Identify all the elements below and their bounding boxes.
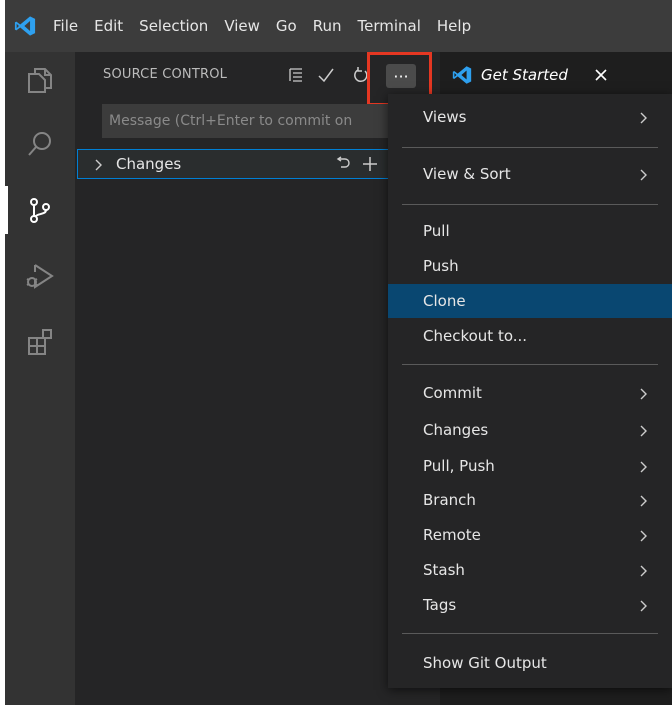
menu-item-label: Show Git Output [423, 654, 547, 672]
commit-check-icon[interactable] [315, 63, 337, 87]
menu-item-show-git-output[interactable]: Show Git Output [388, 646, 672, 680]
menu-edit[interactable]: Edit [86, 0, 131, 52]
chevron-right-icon [638, 459, 650, 478]
menu-bar: File Edit Selection View Go Run Terminal… [45, 0, 479, 52]
menu-item-stash[interactable]: Stash [388, 553, 672, 587]
menu-item-label: Branch [423, 491, 476, 509]
discard-all-icon[interactable] [333, 153, 353, 175]
menu-item-label: View & Sort [423, 165, 511, 183]
vscode-tab-icon [452, 65, 472, 89]
menu-file[interactable]: File [45, 0, 86, 52]
menu-item-label: Tags [423, 596, 457, 614]
menu-run[interactable]: Run [305, 0, 350, 52]
menu-item-label: Changes [423, 421, 489, 439]
chevron-right-icon [638, 110, 650, 129]
menu-separator [402, 204, 658, 205]
menu-item-label: Stash [423, 561, 465, 579]
activity-bar [5, 52, 75, 705]
more-actions-menu: Views View & Sort Pull Push Clone Checko… [388, 94, 672, 688]
view-as-tree-icon[interactable] [285, 63, 307, 87]
chevron-right-icon [638, 423, 650, 442]
menu-item-changes[interactable]: Changes [388, 413, 672, 447]
menu-item-remote[interactable]: Remote [388, 518, 672, 552]
menu-item-tags[interactable]: Tags [388, 588, 672, 622]
run-debug-icon[interactable] [5, 248, 75, 304]
menu-view[interactable]: View [216, 0, 268, 52]
search-icon[interactable] [5, 116, 75, 172]
stage-all-icon[interactable] [360, 153, 380, 175]
menu-item-label: Clone [423, 292, 466, 310]
extensions-icon[interactable] [5, 314, 75, 370]
title-bar: File Edit Selection View Go Run Terminal… [5, 0, 672, 52]
menu-item-label: Remote [423, 526, 481, 544]
menu-selection[interactable]: Selection [131, 0, 216, 52]
menu-terminal[interactable]: Terminal [350, 0, 429, 52]
chevron-right-icon[interactable] [92, 157, 106, 176]
menu-item-pull-push[interactable]: Pull, Push [388, 449, 672, 483]
source-control-icon[interactable] [5, 182, 75, 238]
chevron-right-icon [638, 386, 650, 405]
menu-item-view-sort[interactable]: View & Sort [388, 157, 672, 191]
chevron-right-icon [638, 598, 650, 617]
chevron-right-icon [638, 528, 650, 547]
menu-separator [402, 633, 658, 634]
explorer-icon[interactable] [5, 52, 75, 108]
chevron-right-icon [638, 167, 650, 186]
menu-item-checkout-to[interactable]: Checkout to... [388, 319, 672, 353]
menu-separator [402, 364, 658, 365]
tab-get-started[interactable]: Get Started [440, 52, 615, 98]
close-icon[interactable] [592, 66, 610, 84]
chevron-right-icon [638, 563, 650, 582]
menu-item-clone[interactable]: Clone [388, 284, 672, 318]
menu-help[interactable]: Help [429, 0, 479, 52]
menu-item-label: Checkout to... [423, 327, 528, 345]
changes-label: Changes [116, 155, 182, 173]
menu-separator [402, 147, 658, 148]
changes-group-row[interactable]: Changes [77, 149, 417, 179]
vscode-window: File Edit Selection View Go Run Terminal… [5, 0, 672, 705]
menu-item-label: Push [423, 257, 459, 275]
menu-item-commit[interactable]: Commit [388, 376, 672, 410]
menu-item-push[interactable]: Push [388, 249, 672, 283]
tab-label: Get Started [481, 66, 568, 84]
panel-title: SOURCE CONTROL [103, 67, 228, 82]
panel-header: SOURCE CONTROL ··· [75, 52, 440, 106]
vscode-logo-icon [5, 0, 45, 52]
menu-item-label: Commit [423, 384, 482, 402]
menu-item-label: Views [423, 108, 467, 126]
chevron-right-icon [638, 493, 650, 512]
menu-item-branch[interactable]: Branch [388, 483, 672, 517]
menu-item-label: Pull [423, 222, 450, 240]
source-control-panel: SOURCE CONTROL ··· Message (Ctrl+Enter t… [75, 52, 440, 705]
menu-item-label: Pull, Push [423, 457, 495, 475]
menu-go[interactable]: Go [268, 0, 305, 52]
menu-item-pull[interactable]: Pull [388, 214, 672, 248]
menu-item-views[interactable]: Views [388, 100, 672, 134]
